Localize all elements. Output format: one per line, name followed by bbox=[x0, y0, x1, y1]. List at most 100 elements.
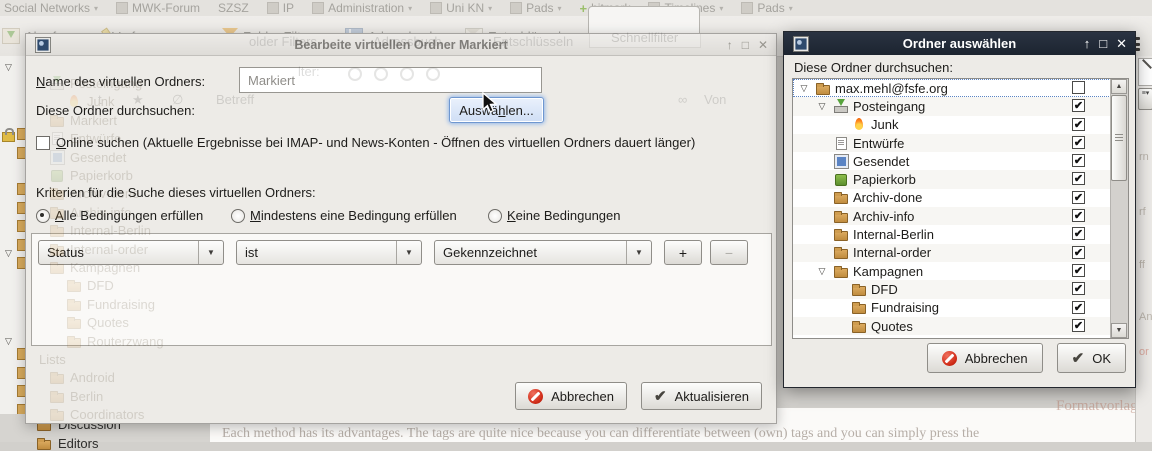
twisty-icon[interactable]: ▽ bbox=[815, 101, 829, 112]
radio-icon[interactable] bbox=[488, 209, 502, 223]
ghost-folder-row: Android bbox=[49, 370, 115, 385]
field-dropdown[interactable]: Status ▼ bbox=[38, 240, 224, 265]
folder-tree: ▽max.mehl@fsfe.org▽Posteingang✔Junk✔Entw… bbox=[792, 78, 1129, 339]
sent-icon bbox=[833, 155, 849, 168]
folder-checkbox[interactable]: ✔ bbox=[1072, 154, 1085, 167]
radio-all-label: Alle Bedingungen erfüllen bbox=[55, 208, 203, 223]
remove-condition-button[interactable]: − bbox=[710, 240, 748, 265]
folder-checkbox[interactable]: ✔ bbox=[1072, 136, 1085, 149]
folder-checkbox[interactable] bbox=[1072, 81, 1085, 94]
tree-row[interactable]: Internal-order✔ bbox=[793, 244, 1111, 262]
column-picker-button[interactable]: ≡▾ bbox=[1138, 88, 1152, 110]
tree-folder-label: Entwürfe bbox=[853, 136, 904, 151]
online-search-checkbox[interactable] bbox=[36, 136, 50, 150]
tree-row[interactable]: Archiv-done✔ bbox=[793, 189, 1111, 207]
folder-checkbox[interactable]: ✔ bbox=[1072, 246, 1085, 259]
scroll-down-icon[interactable]: ▼ bbox=[1111, 323, 1127, 338]
chevron-down-icon: ▾ bbox=[94, 4, 98, 13]
tree-row[interactable]: Internal-Berlin✔ bbox=[793, 225, 1111, 243]
folder-checkbox[interactable]: ✔ bbox=[1072, 99, 1085, 112]
bookmark-item[interactable]: Uni KN▾ bbox=[430, 1, 492, 15]
folder-pane-row[interactable]: Editors bbox=[36, 436, 98, 451]
tree-row[interactable]: Junk ✔ bbox=[793, 116, 1111, 134]
twisty-icon[interactable]: ▽ bbox=[797, 83, 811, 94]
none-icon bbox=[32, 353, 34, 366]
bookmark-item[interactable]: SZSZ bbox=[218, 1, 249, 15]
bookmark-item[interactable]: Social Networks ▾ bbox=[4, 1, 98, 15]
radio-icon[interactable] bbox=[231, 209, 245, 223]
folder-checkbox[interactable]: ✔ bbox=[1072, 264, 1085, 277]
folder-checkbox[interactable]: ✔ bbox=[1072, 191, 1085, 204]
folder-pane-sliver: ▽ ▽ ▽ bbox=[0, 56, 25, 442]
twisty-icon[interactable]: ▽ bbox=[5, 62, 12, 73]
bookmark-label: Social Networks bbox=[4, 1, 90, 15]
tree-row[interactable]: Archiv-info ✔ bbox=[793, 207, 1111, 225]
chevron-down-icon: ▼ bbox=[626, 241, 651, 264]
tree-row[interactable]: DFD✔ bbox=[793, 280, 1111, 298]
bookmark-label: Pads bbox=[757, 1, 784, 15]
text-fragment: or bbox=[1139, 346, 1149, 358]
value-dropdown[interactable]: Gekennzeichnet ▼ bbox=[434, 240, 652, 265]
dialog-titlebar[interactable]: Ordner auswählen ↑ □ ✕ bbox=[784, 32, 1135, 55]
close-icon[interactable]: ✕ bbox=[758, 38, 768, 52]
folder-checkbox[interactable]: ✔ bbox=[1072, 282, 1085, 295]
twisty-icon[interactable]: ▽ bbox=[5, 336, 12, 347]
bookmark-item[interactable]: Pads▾ bbox=[510, 1, 561, 15]
tree-row[interactable]: Fundraising✔ bbox=[793, 299, 1111, 317]
bookmark-item[interactable]: Administration▾ bbox=[312, 1, 412, 15]
cancel-button[interactable]: Abbrechen bbox=[927, 343, 1043, 373]
folder-checkbox[interactable]: ✔ bbox=[1072, 301, 1085, 314]
twisty-icon[interactable]: ▽ bbox=[815, 266, 829, 277]
radio-icon[interactable] bbox=[36, 209, 50, 223]
folder-name-value: Markiert bbox=[248, 73, 295, 88]
tree-row[interactable]: Entwürfe ✔ bbox=[793, 134, 1111, 152]
folder-checkbox[interactable]: ✔ bbox=[1072, 118, 1085, 131]
folder-checkbox[interactable]: ✔ bbox=[1072, 227, 1085, 240]
add-condition-button[interactable]: + bbox=[664, 240, 702, 265]
bookmark-item[interactable]: IP bbox=[267, 1, 294, 15]
favicon bbox=[510, 2, 522, 14]
tree-row[interactable]: ▽Posteingang✔ bbox=[793, 97, 1111, 115]
bookmarks-bar: Social Networks ▾ MWK-Forum SZSZ IP Administr… bbox=[0, 0, 1152, 17]
update-button[interactable]: ✔ Aktualisieren bbox=[641, 382, 762, 410]
search-folders-label: Diese Ordner durchsuchen: bbox=[36, 103, 195, 118]
message-list-edge: ≡▾ rn rf ff An or bbox=[1135, 56, 1152, 442]
scrollbar[interactable]: ▲ ▼ bbox=[1110, 79, 1128, 338]
ok-button[interactable]: ✔ OK bbox=[1057, 343, 1126, 373]
operator-dropdown[interactable]: ist ▼ bbox=[236, 240, 422, 265]
folder-checkbox[interactable]: ✔ bbox=[1072, 172, 1085, 185]
close-icon[interactable]: ✕ bbox=[1116, 36, 1127, 52]
tree-row[interactable]: ▽Kampagnen✔ bbox=[793, 262, 1111, 280]
twisty-icon[interactable]: ▽ bbox=[5, 248, 12, 259]
scroll-up-icon[interactable]: ▲ bbox=[1111, 79, 1127, 94]
ghost-folder-label: Papierkorb bbox=[70, 168, 133, 183]
rollup-icon[interactable]: ↑ bbox=[1084, 36, 1091, 51]
folder-name-input[interactable]: Markiert bbox=[239, 67, 542, 93]
text-fragment: ff bbox=[1139, 259, 1145, 271]
ghost-folder-label: Gesendet bbox=[70, 150, 126, 165]
tree-row[interactable]: ▽max.mehl@fsfe.org bbox=[793, 79, 1111, 97]
tree-row[interactable]: Papierkorb✔ bbox=[793, 170, 1111, 188]
tree-folder-label: Quotes bbox=[871, 319, 913, 334]
ghost-folder-label: Android bbox=[70, 370, 115, 385]
maximize-icon[interactable]: □ bbox=[1099, 36, 1107, 51]
bookmark-item[interactable]: MWK-Forum bbox=[116, 1, 200, 15]
drafts-icon bbox=[833, 137, 849, 150]
scrollbar-thumb[interactable] bbox=[1111, 95, 1127, 181]
rollup-icon[interactable]: ↑ bbox=[727, 38, 733, 52]
folder-checkbox[interactable]: ✔ bbox=[1072, 209, 1085, 222]
dialog-titlebar[interactable]: Bearbeite virtuellen Ordner Markiert ↑ □… bbox=[26, 34, 776, 56]
bookmark-item[interactable]: Pads▾ bbox=[741, 1, 792, 15]
radio-none[interactable]: Keine Bedingungen bbox=[488, 208, 621, 223]
tree-row[interactable]: Gesendet✔ bbox=[793, 152, 1111, 170]
folder-checkbox[interactable]: ✔ bbox=[1072, 319, 1085, 332]
maximize-icon[interactable]: □ bbox=[742, 38, 749, 52]
tree-folder-label: Archiv-info bbox=[853, 209, 914, 224]
radio-all[interactable]: Alle Bedingungen erfüllen bbox=[36, 208, 203, 223]
cancel-button[interactable]: Abbrechen bbox=[515, 382, 627, 410]
tree-folder-label: Junk bbox=[871, 117, 898, 132]
cancel-icon bbox=[942, 351, 957, 366]
radio-none-label: Keine Bedingungen bbox=[507, 208, 621, 223]
radio-any[interactable]: Mindestens eine Bedingung erfüllen bbox=[231, 208, 457, 223]
tree-row[interactable]: Quotes ✔ bbox=[793, 317, 1111, 335]
